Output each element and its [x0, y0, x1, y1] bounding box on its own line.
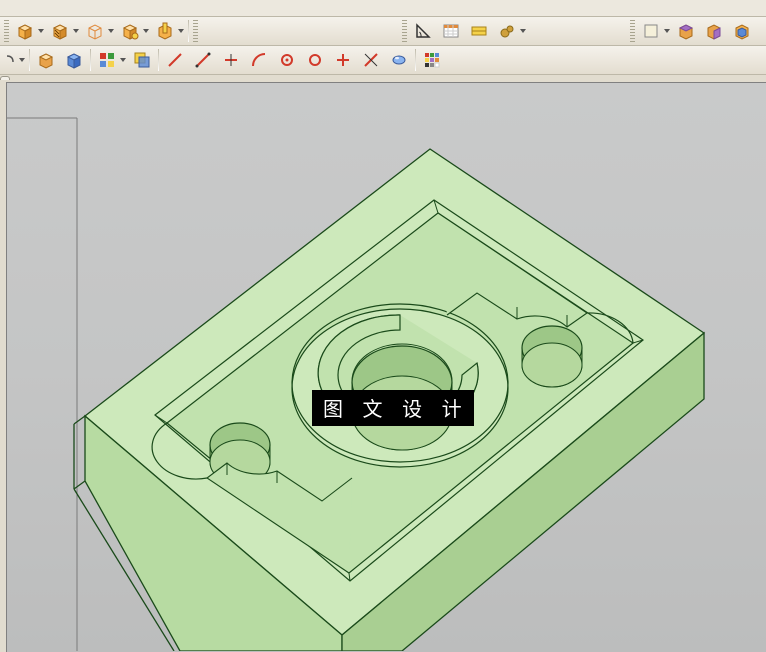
- sheet-icon: [643, 23, 659, 39]
- chevron-down-icon: [38, 29, 44, 33]
- trim-button[interactable]: [218, 48, 244, 72]
- angle-tool-button[interactable]: [410, 19, 436, 43]
- chevron-down-icon: [73, 29, 79, 33]
- toolbar-separator: [188, 20, 189, 42]
- circle-button[interactable]: [302, 48, 328, 72]
- wireframe-part-dropdown[interactable]: [106, 29, 116, 33]
- material-icon: [391, 52, 407, 68]
- chevron-down-icon: [143, 29, 149, 33]
- intersect-icon: [134, 52, 150, 68]
- palette-button[interactable]: [94, 48, 120, 72]
- toolbar-grip[interactable]: [4, 20, 9, 42]
- toolbar-separator: [158, 49, 159, 71]
- intersect-button[interactable]: [129, 48, 155, 72]
- menubar[interactable]: [0, 0, 766, 17]
- sheet-dropdown[interactable]: [662, 29, 672, 33]
- clearance-dropdown[interactable]: [518, 29, 528, 33]
- viewport-content: [7, 83, 766, 651]
- chevron-down-icon: [664, 29, 670, 33]
- wrap-tool-button[interactable]: [673, 19, 699, 43]
- dimension-tool-button[interactable]: [466, 19, 492, 43]
- unwrap-icon: [705, 22, 723, 40]
- chevron-down-icon: [108, 29, 114, 33]
- circle-target-icon: [279, 52, 295, 68]
- edge-part-button[interactable]: [117, 19, 143, 43]
- new-part-dropdown[interactable]: [36, 29, 46, 33]
- arc-button[interactable]: [246, 48, 272, 72]
- unwrap-tool-button[interactable]: [701, 19, 727, 43]
- chevron-down-icon: [120, 58, 126, 62]
- wrap-icon: [677, 22, 695, 40]
- gear-icon: [499, 23, 515, 39]
- dimension-icon: [471, 23, 487, 39]
- hatch-part-dropdown[interactable]: [71, 29, 81, 33]
- section-cube-icon: [156, 22, 174, 40]
- chevron-down-icon: [520, 29, 526, 33]
- circle-target-button[interactable]: [274, 48, 300, 72]
- chevron-down-icon: [178, 29, 184, 33]
- watermark-label: 图 文 设 计: [312, 390, 474, 426]
- intersect-line-button[interactable]: [358, 48, 384, 72]
- hatch-cube-icon: [51, 22, 69, 40]
- curve-arrow-icon: [5, 54, 17, 66]
- toolbar-row-1: [0, 17, 766, 46]
- line-icon: [167, 52, 183, 68]
- swatches-button[interactable]: [419, 48, 445, 72]
- trim-icon: [223, 52, 239, 68]
- cube-icon: [16, 22, 34, 40]
- menu-fragment: [8, 2, 11, 14]
- line-icon: [195, 52, 211, 68]
- palette-icon: [99, 52, 115, 68]
- extrude-icon: [37, 51, 55, 69]
- toolbar-separator: [90, 49, 91, 71]
- table-tool-button[interactable]: [438, 19, 464, 43]
- line-button[interactable]: [162, 48, 188, 72]
- viewport-host: 图 文 设 计: [0, 80, 766, 652]
- toolbar-grip[interactable]: [630, 20, 635, 42]
- plus-icon: [335, 52, 351, 68]
- history-dd[interactable]: [17, 58, 27, 62]
- edge-cube-icon: [121, 22, 139, 40]
- box-button[interactable]: [61, 48, 87, 72]
- angle-icon: [415, 23, 431, 39]
- wireframe-cube-icon: [86, 22, 104, 40]
- hatch-part-button[interactable]: [47, 19, 73, 43]
- toolbar-separator: [29, 49, 30, 71]
- plus-button[interactable]: [330, 48, 356, 72]
- 3d-viewport[interactable]: 图 文 设 计: [6, 82, 766, 652]
- toolbar-row-2: [0, 46, 766, 75]
- material-button[interactable]: [386, 48, 412, 72]
- shell-tool-button[interactable]: [729, 19, 755, 43]
- box-icon: [65, 51, 83, 69]
- chevron-down-icon: [19, 58, 25, 62]
- new-part-button[interactable]: [12, 19, 38, 43]
- circle-icon: [307, 52, 323, 68]
- edge-part-dropdown[interactable]: [141, 29, 151, 33]
- extrude-button[interactable]: [33, 48, 59, 72]
- section-part-dropdown[interactable]: [176, 29, 186, 33]
- toolbar-grip[interactable]: [193, 20, 198, 42]
- intersect-line-icon: [363, 52, 379, 68]
- palette-dropdown[interactable]: [118, 58, 128, 62]
- sheet-tool-button[interactable]: [638, 19, 664, 43]
- shell-icon: [733, 22, 751, 40]
- swatches-icon: [424, 52, 440, 68]
- toolbar-separator: [415, 49, 416, 71]
- table-icon: [443, 23, 459, 39]
- section-part-button[interactable]: [152, 19, 178, 43]
- wireframe-part-button[interactable]: [82, 19, 108, 43]
- clearance-tool-button[interactable]: [494, 19, 520, 43]
- arc-icon: [251, 52, 267, 68]
- line2-button[interactable]: [190, 48, 216, 72]
- toolbar-grip[interactable]: [402, 20, 407, 42]
